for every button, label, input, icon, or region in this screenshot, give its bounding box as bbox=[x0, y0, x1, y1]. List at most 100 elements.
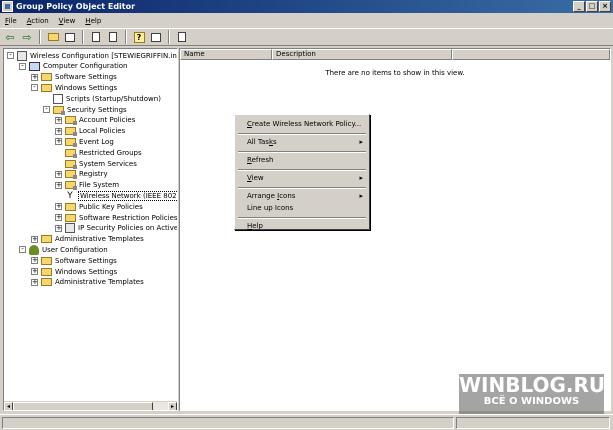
tree-node[interactable]: Y Wireless Network (IEEE 802.11) I bbox=[55, 190, 177, 201]
tree-node-label[interactable]: Restricted Groups bbox=[79, 149, 142, 157]
close-button[interactable]: × bbox=[599, 1, 611, 12]
expand-toggle-icon[interactable]: + bbox=[31, 268, 38, 275]
minimize-button[interactable]: _ bbox=[573, 1, 585, 12]
forward-button[interactable]: ⇨ bbox=[20, 30, 34, 44]
tree-node[interactable]: - Security Settings bbox=[43, 104, 127, 115]
tree-node[interactable]: + Software Restriction Policies bbox=[55, 212, 177, 223]
tree-node[interactable]: System Services bbox=[55, 158, 137, 169]
show-hide-tree-button[interactable] bbox=[63, 30, 77, 44]
expand-toggle-icon[interactable]: + bbox=[55, 170, 62, 178]
expand-toggle-icon[interactable]: + bbox=[31, 257, 38, 265]
scroll-left-button[interactable]: ◂ bbox=[4, 402, 13, 410]
context-menu-item[interactable]: All Tasks ▸ bbox=[247, 137, 363, 148]
collapse-toggle-icon[interactable]: - bbox=[19, 62, 26, 70]
help-button[interactable]: ? bbox=[132, 30, 146, 44]
tree-node[interactable]: Scripts (Startup/Shutdown) bbox=[43, 93, 161, 104]
tree-node-label[interactable]: User Configuration bbox=[42, 246, 108, 254]
context-menu-item[interactable]: Create Wireless Network Policy... bbox=[247, 119, 363, 130]
status-panel-secondary bbox=[456, 417, 610, 429]
expand-toggle-icon[interactable]: + bbox=[55, 203, 62, 211]
tree-node[interactable]: + Windows Settings bbox=[31, 266, 117, 277]
column-header-name[interactable]: Name bbox=[180, 49, 272, 60]
tree-node[interactable]: + Account Policies bbox=[55, 115, 135, 126]
tree-horizontal-scrollbar[interactable]: ◂ ▸ bbox=[4, 401, 177, 410]
column-header-description[interactable]: Description bbox=[272, 49, 452, 60]
back-button[interactable]: ⇦ bbox=[3, 30, 17, 44]
menu-view[interactable]: View bbox=[54, 17, 81, 25]
tree-node[interactable]: + Administrative Templates bbox=[31, 277, 144, 288]
tree-node[interactable]: Restricted Groups bbox=[55, 147, 142, 158]
menu-file[interactable]: File bbox=[0, 17, 22, 25]
tree-node-label[interactable]: Wireless Network (IEEE 802.11) I bbox=[78, 190, 177, 201]
tree-node-label[interactable]: Wireless Configuration [STEWIEGRIFFIN.in… bbox=[30, 52, 177, 60]
tree-node[interactable]: + Event Log bbox=[55, 136, 114, 147]
scroll-right-button[interactable]: ▸ bbox=[168, 402, 177, 410]
expand-toggle-icon[interactable]: + bbox=[55, 116, 62, 124]
tree-node[interactable]: - Computer Configuration bbox=[19, 61, 128, 72]
tree-node-label[interactable]: System Services bbox=[79, 160, 137, 168]
tree-node-label[interactable]: Software Settings bbox=[55, 73, 117, 81]
tree-node[interactable]: - Wireless Configuration [STEWIEGRIFFIN.i… bbox=[7, 50, 177, 61]
context-menu-item[interactable]: Refresh bbox=[247, 155, 363, 166]
tree-node[interactable]: + Local Policies bbox=[55, 126, 125, 137]
expand-toggle-icon[interactable]: + bbox=[55, 214, 62, 221]
tree-node-label[interactable]: Account Policies bbox=[79, 116, 135, 124]
tree-node-label[interactable]: Software Restriction Policies bbox=[79, 214, 177, 222]
tree-node[interactable]: + File System bbox=[55, 180, 119, 191]
menu-item-text: All Tas bbox=[247, 138, 269, 146]
expand-toggle-icon[interactable]: + bbox=[55, 127, 62, 135]
context-menu-item[interactable]: Help bbox=[247, 221, 363, 232]
tree-node[interactable]: + IP Security Policies on Active Dire bbox=[55, 223, 177, 234]
help-topic-icon bbox=[151, 32, 161, 42]
collapse-toggle-icon[interactable]: - bbox=[7, 52, 14, 59]
tree-node[interactable]: + Software Settings bbox=[31, 255, 117, 266]
context-menu-item[interactable]: View ▸ bbox=[247, 173, 363, 184]
folder-icon bbox=[41, 235, 52, 244]
toolbar-separator bbox=[39, 30, 41, 44]
window-title: Group Policy Object Editor bbox=[16, 2, 136, 11]
context-menu-item[interactable]: Arrange Icons ▸ bbox=[247, 191, 363, 202]
menu-action[interactable]: Action bbox=[22, 17, 54, 25]
tree-node-label[interactable]: Event Log bbox=[79, 138, 114, 146]
tree-node-label[interactable]: Computer Configuration bbox=[43, 62, 128, 70]
snapin-button[interactable] bbox=[175, 30, 189, 44]
expand-toggle-icon[interactable]: + bbox=[31, 73, 38, 81]
menu-help[interactable]: Help bbox=[80, 17, 106, 25]
tree-pane[interactable]: - Wireless Configuration [STEWIEGRIFFIN.i… bbox=[3, 48, 178, 411]
expand-toggle-icon[interactable]: + bbox=[31, 235, 38, 243]
up-one-level-button[interactable] bbox=[46, 30, 60, 44]
expand-toggle-icon[interactable]: + bbox=[55, 224, 62, 232]
tree-node[interactable]: - User Configuration bbox=[19, 244, 108, 255]
tree-node-label[interactable]: Software Settings bbox=[55, 257, 117, 265]
context-menu-item[interactable]: Line up Icons bbox=[247, 203, 363, 214]
tree-node[interactable]: + Public Key Policies bbox=[55, 201, 143, 212]
collapse-toggle-icon[interactable]: - bbox=[19, 246, 26, 254]
collapse-toggle-icon[interactable]: - bbox=[31, 84, 38, 92]
tree-node-label[interactable]: Administrative Templates bbox=[55, 278, 144, 286]
tree-node-label[interactable]: Windows Settings bbox=[55, 268, 117, 276]
help-topic-button[interactable] bbox=[149, 30, 163, 44]
tree-node-label[interactable]: Public Key Policies bbox=[79, 203, 143, 211]
tree-node-label[interactable]: File System bbox=[79, 181, 119, 189]
tree-node[interactable]: + Software Settings bbox=[31, 72, 117, 83]
tree-node-label[interactable]: IP Security Policies on Active Dire bbox=[78, 224, 177, 232]
expand-toggle-icon[interactable]: + bbox=[55, 181, 62, 189]
scroll-thumb[interactable] bbox=[13, 402, 153, 410]
maximize-button[interactable]: □ bbox=[586, 1, 598, 12]
tree-node-label[interactable]: Windows Settings bbox=[55, 84, 117, 92]
tree-node-label[interactable]: Security Settings bbox=[67, 106, 127, 114]
computer-icon bbox=[29, 61, 40, 71]
tree-node[interactable]: + Registry bbox=[55, 169, 108, 180]
tree-node[interactable]: + Administrative Templates bbox=[31, 234, 144, 245]
properties-button[interactable] bbox=[89, 30, 103, 44]
tree-node-label[interactable]: Scripts (Startup/Shutdown) bbox=[66, 95, 161, 103]
export-list-button[interactable] bbox=[106, 30, 120, 44]
tree-node-label[interactable]: Administrative Templates bbox=[55, 235, 144, 243]
expand-toggle-icon[interactable]: + bbox=[31, 278, 38, 286]
tree-node[interactable]: - Windows Settings bbox=[31, 82, 117, 93]
tree-node-label[interactable]: Registry bbox=[79, 170, 108, 178]
folder-icon bbox=[41, 278, 52, 287]
tree-node-label[interactable]: Local Policies bbox=[79, 127, 125, 135]
expand-toggle-icon[interactable]: + bbox=[55, 138, 62, 146]
collapse-toggle-icon[interactable]: - bbox=[43, 106, 50, 113]
